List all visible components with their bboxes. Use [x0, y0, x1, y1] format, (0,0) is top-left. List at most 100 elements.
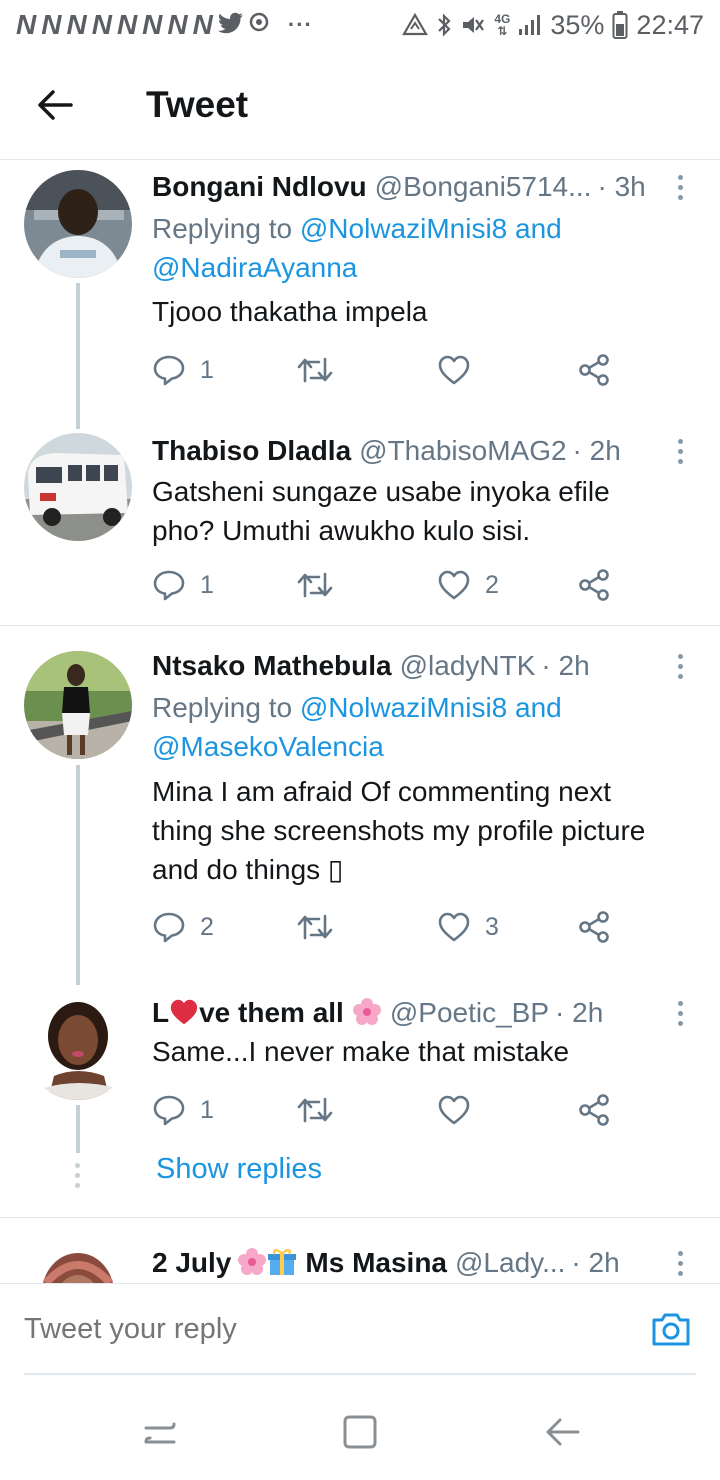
avatar[interactable]	[24, 1243, 132, 1283]
like-count: 2	[485, 570, 499, 599]
author-name[interactable]: Thabiso Dladla	[152, 435, 351, 467]
tweet-feed[interactable]: Bongani Ndlovu @Bongani5714... · 3h Repl…	[0, 161, 720, 1283]
retweet-icon	[297, 357, 333, 383]
reply-button[interactable]: 1	[152, 565, 214, 605]
camera-button[interactable]	[650, 1308, 692, 1350]
notification-icon: N	[16, 9, 38, 40]
like-button[interactable]: 2	[437, 565, 499, 605]
input-underline	[24, 1373, 696, 1375]
status-bar: N N N N N N N N ··· 4G ⇅ 35% 22:47	[0, 0, 720, 50]
reply-button[interactable]: 1	[152, 350, 214, 390]
tweet-header: 2 July Ms Masina @Lady... · 2h	[152, 1243, 660, 1283]
reply-count: 1	[200, 570, 214, 599]
like-button[interactable]: 3	[437, 907, 499, 947]
like-button[interactable]	[437, 350, 485, 390]
tweet-header: Bongani Ndlovu @Bongani5714... · 3h	[152, 167, 660, 207]
heart-icon	[438, 1095, 470, 1125]
share-button[interactable]	[577, 907, 611, 947]
tweet-time: · 2h	[572, 435, 621, 466]
battery-percent: 35%	[550, 9, 605, 40]
cherry-blossom-emoji-icon	[352, 998, 381, 1025]
share-button[interactable]	[577, 350, 611, 390]
tweet-text-line: Mina I am afraid Of commenting next	[152, 776, 612, 807]
author-handle[interactable]: @ladyNTK	[400, 650, 536, 682]
clock: 22:47	[636, 9, 704, 40]
tweet-time: · 2h	[541, 650, 590, 681]
tweet-header: Lve them all @Poetic_BP · 2h	[152, 993, 660, 1033]
retweet-button[interactable]	[297, 350, 347, 390]
heart-icon	[438, 912, 470, 942]
back-arrow-icon	[546, 1418, 580, 1446]
author-name[interactable]: 2 July Ms Masina	[152, 1247, 447, 1279]
author-handle[interactable]: @Lady...	[455, 1247, 565, 1279]
back-button[interactable]	[0, 50, 110, 160]
notification-icon: N	[167, 9, 189, 40]
notification-icon: N	[91, 9, 113, 40]
share-button[interactable]	[577, 1090, 611, 1130]
mention-link[interactable]: @NadiraAyanna	[152, 252, 357, 283]
heart-icon	[438, 570, 470, 600]
retweet-button[interactable]	[297, 565, 347, 605]
battery-icon	[612, 11, 628, 39]
tweet-time: · 3h	[597, 171, 646, 202]
author-name[interactable]: Bongani Ndlovu	[152, 171, 367, 203]
author-name[interactable]: Lve them all	[152, 997, 382, 1029]
author-handle[interactable]: @ThabisoMAG2	[359, 435, 566, 467]
reply-button[interactable]: 1	[152, 1090, 214, 1130]
camera-icon	[652, 1313, 690, 1346]
more-vertical-icon[interactable]	[670, 431, 690, 471]
tweet-text-line: pho? Umuthi awukho kulo sisi.	[152, 515, 531, 546]
avatar[interactable]	[24, 992, 132, 1100]
reply-count: 1	[200, 355, 214, 384]
avatar[interactable]	[24, 651, 132, 759]
replying-to: Replying to @NolwaziMnisi8 and @MasekoVa…	[152, 688, 562, 766]
replying-and[interactable]: and	[507, 213, 562, 244]
show-replies-link[interactable]: Show replies	[156, 1153, 322, 1186]
notification-icon: N	[192, 9, 214, 40]
tweet-time: · 2h	[555, 997, 604, 1028]
reply-bubble-icon	[153, 912, 185, 943]
more-vertical-icon[interactable]	[670, 993, 690, 1033]
reply-input[interactable]	[24, 1306, 624, 1352]
retweet-icon	[297, 914, 333, 940]
home-button[interactable]	[340, 1412, 380, 1452]
more-vertical-icon[interactable]	[670, 1243, 690, 1283]
recent-apps-icon	[144, 1422, 176, 1444]
bluetooth-icon	[436, 12, 452, 38]
retweet-icon	[297, 1097, 333, 1123]
recent-apps-button[interactable]	[140, 1412, 180, 1452]
author-handle[interactable]: @Poetic_BP	[390, 997, 549, 1029]
back-nav-button[interactable]	[542, 1412, 582, 1452]
arrow-left-icon	[38, 89, 73, 120]
mention-link[interactable]: @NolwaziMnisi8	[300, 213, 507, 244]
reply-button[interactable]: 2	[152, 907, 214, 947]
avatar[interactable]	[24, 170, 132, 278]
cherry-blossom-emoji-icon	[238, 1248, 267, 1275]
author-handle[interactable]: @Bongani5714...	[375, 171, 592, 203]
twitter-bird-icon	[217, 9, 244, 41]
reply-bubble-icon	[153, 1095, 185, 1126]
like-button[interactable]	[437, 1090, 485, 1130]
mention-link[interactable]: @NolwaziMnisi8	[300, 692, 507, 723]
avatar[interactable]	[24, 433, 132, 541]
replying-prefix: Replying to	[152, 692, 300, 723]
replying-and[interactable]: and	[507, 692, 562, 723]
share-button[interactable]	[577, 565, 611, 605]
notification-icon: N	[66, 9, 88, 40]
more-vertical-icon[interactable]	[670, 646, 690, 686]
home-square-icon	[343, 1415, 377, 1449]
more-vertical-icon[interactable]	[670, 167, 690, 207]
retweet-button[interactable]	[297, 907, 347, 947]
share-icon	[579, 569, 609, 601]
author-name-part: ve them all	[199, 997, 344, 1028]
thread-connector	[76, 1105, 80, 1153]
retweet-button[interactable]	[297, 1090, 347, 1130]
mention-link[interactable]: @MasekoValencia	[152, 731, 384, 762]
author-name-part: L	[152, 997, 170, 1028]
notification-icon: N	[41, 9, 63, 40]
author-name[interactable]: Ntsako Mathebula	[152, 650, 392, 682]
app-header: Tweet	[0, 50, 720, 160]
data-saver-icon	[402, 13, 429, 37]
network-type-icon: 4G ⇅	[494, 12, 511, 38]
thread-connector	[76, 765, 80, 985]
